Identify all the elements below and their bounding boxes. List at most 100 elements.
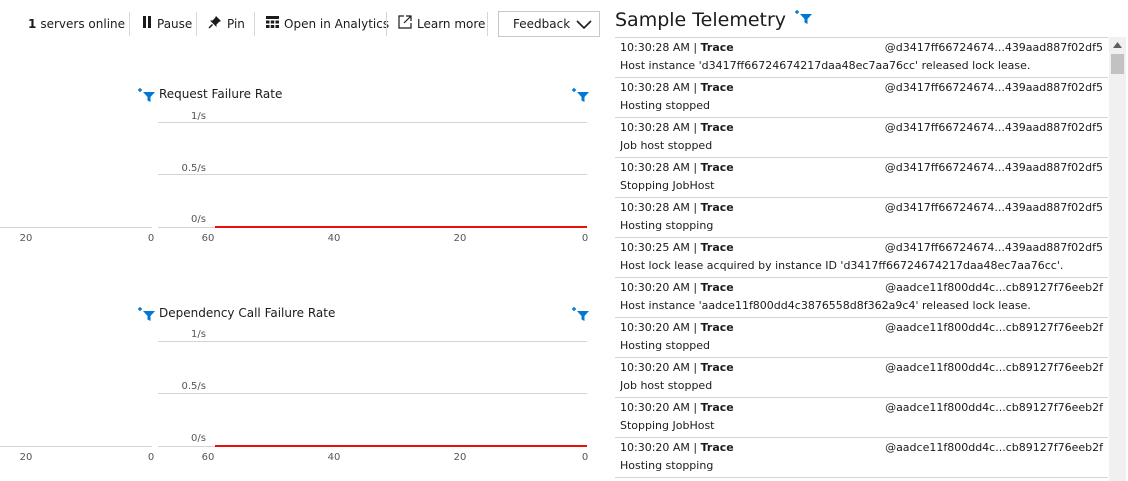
telemetry-host: @aadce11f800dd4c...cb89127f76eeb2f	[885, 281, 1103, 294]
left-chart-gridline	[0, 227, 152, 228]
telemetry-time: 10:30:20 AM	[620, 321, 690, 334]
telemetry-row-header: 10:30:28 AM | Trace	[620, 41, 734, 55]
pause-button[interactable]: Pause	[142, 16, 192, 32]
toolbar-divider	[196, 12, 197, 36]
filter-add-icon[interactable]	[136, 304, 156, 322]
pause-label: Pause	[157, 17, 193, 31]
filter-add-icon[interactable]	[570, 85, 590, 103]
pin-button[interactable]: Pin	[208, 16, 245, 32]
separator: |	[689, 121, 701, 134]
sample-telemetry-title: Sample Telemetry	[615, 8, 813, 32]
toolbar: 1 servers online Pause Pin Open in Analy…	[0, 0, 606, 48]
external-link-icon	[398, 15, 412, 33]
gridline	[158, 122, 587, 123]
telemetry-scrollbar[interactable]	[1109, 37, 1126, 481]
gridline	[158, 341, 587, 342]
telemetry-host: @d3417ff66724674...439aad887f02df5	[884, 241, 1103, 254]
telemetry-time: 10:30:28 AM	[620, 201, 690, 214]
telemetry-row-header: 10:30:25 AM | Trace	[620, 241, 734, 255]
telemetry-row[interactable]: 10:30:28 AM | Trace @d3417ff66724674...43…	[615, 78, 1108, 118]
y-tick-label: 0/s	[191, 214, 206, 225]
x-tick-label: 0	[581, 233, 589, 244]
pin-icon	[208, 15, 222, 33]
telemetry-host: @d3417ff66724674...439aad887f02df5	[884, 81, 1103, 94]
telemetry-host: @d3417ff66724674...439aad887f02df5	[884, 121, 1103, 134]
servers-online-status: 1 servers online	[28, 16, 125, 32]
gridline	[158, 174, 587, 175]
telemetry-row[interactable]: 10:30:28 AM | Trace @d3417ff66724674...43…	[615, 158, 1108, 198]
telemetry-kind: Trace	[700, 41, 734, 54]
telemetry-list[interactable]: 10:30:28 AM | Trace @d3417ff66724674...43…	[615, 37, 1108, 481]
telemetry-row[interactable]: 10:30:20 AM | Trace @aadce11f800dd4c...cb…	[615, 318, 1108, 358]
feedback-dropdown[interactable]: Feedback	[498, 11, 600, 37]
y-tick-label: 1/s	[191, 329, 206, 340]
telemetry-message: Job host stopped	[620, 379, 713, 392]
servers-count: 1	[28, 17, 37, 31]
scroll-up-arrow-icon[interactable]	[1109, 37, 1126, 53]
telemetry-kind: Trace	[700, 201, 734, 214]
analytics-label: Open in Analytics	[284, 17, 390, 31]
x-tick-label: 40	[327, 233, 341, 244]
x-tick-label: 0	[147, 233, 155, 244]
separator: |	[689, 361, 701, 374]
telemetry-time: 10:30:28 AM	[620, 81, 690, 94]
telemetry-kind: Trace	[700, 401, 734, 414]
separator: |	[689, 401, 701, 414]
x-tick-label: 20	[19, 452, 33, 463]
telemetry-host: @aadce11f800dd4c...cb89127f76eeb2f	[885, 321, 1103, 334]
telemetry-message: Hosting stopped	[620, 339, 711, 352]
telemetry-host: @d3417ff66724674...439aad887f02df5	[884, 41, 1103, 54]
telemetry-row[interactable]: 10:30:28 AM | Trace @d3417ff66724674...43…	[615, 198, 1108, 238]
telemetry-row[interactable]: 10:30:20 AM | Trace @aadce11f800dd4c...cb…	[615, 438, 1108, 478]
y-tick-label: 0.5/s	[181, 381, 206, 392]
telemetry-time: 10:30:20 AM	[620, 361, 690, 374]
telemetry-kind: Trace	[700, 161, 734, 174]
filter-add-icon[interactable]	[136, 85, 156, 103]
toolbar-divider	[487, 12, 488, 36]
telemetry-row-header: 10:30:28 AM | Trace	[620, 81, 734, 95]
filter-add-icon[interactable]	[570, 304, 590, 322]
x-tick-label: 60	[201, 452, 215, 463]
telemetry-row[interactable]: 10:30:28 AM | Trace @d3417ff66724674...43…	[615, 118, 1108, 158]
telemetry-row-header: 10:30:20 AM | Trace	[620, 281, 734, 295]
telemetry-row[interactable]: 10:30:20 AM | Trace @aadce11f800dd4c...cb…	[615, 358, 1108, 398]
pause-icon	[142, 16, 152, 32]
telemetry-row-header: 10:30:20 AM | Trace	[620, 361, 734, 375]
telemetry-kind: Trace	[700, 81, 734, 94]
grid-icon	[266, 16, 279, 32]
telemetry-kind: Trace	[700, 241, 734, 254]
telemetry-row[interactable]: 10:30:20 AM | Trace @aadce11f800dd4c...cb…	[615, 278, 1108, 318]
scrollbar-thumb[interactable]	[1111, 54, 1124, 74]
y-tick-label: 0/s	[191, 433, 206, 444]
telemetry-kind: Trace	[700, 281, 734, 294]
telemetry-kind: Trace	[700, 321, 734, 334]
x-tick-label: 60	[201, 233, 215, 244]
open-in-analytics-button[interactable]: Open in Analytics	[266, 16, 389, 32]
chart-title: Dependency Call Failure Rate	[159, 306, 336, 320]
telemetry-row-header: 10:30:28 AM | Trace	[620, 121, 734, 135]
telemetry-row[interactable]: 10:30:25 AM | Trace @d3417ff66724674...43…	[615, 238, 1108, 278]
telemetry-message: Job host stopped	[620, 139, 713, 152]
x-tick-label: 20	[453, 233, 467, 244]
filter-add-icon[interactable]	[793, 8, 813, 32]
series-line	[215, 445, 587, 447]
telemetry-message: Hosting stopping	[620, 219, 714, 232]
x-tick-label: 0	[147, 452, 155, 463]
telemetry-kind: Trace	[700, 361, 734, 374]
servers-label: servers online	[40, 17, 126, 31]
telemetry-time: 10:30:28 AM	[620, 41, 690, 54]
telemetry-kind: Trace	[700, 441, 734, 454]
separator: |	[689, 41, 701, 54]
telemetry-row[interactable]: 10:30:20 AM | Trace @aadce11f800dd4c...cb…	[615, 398, 1108, 438]
telemetry-time: 10:30:28 AM	[620, 121, 690, 134]
separator: |	[689, 441, 701, 454]
separator: |	[689, 241, 701, 254]
telemetry-row-header: 10:30:20 AM | Trace	[620, 401, 734, 415]
telemetry-row[interactable]: 10:30:28 AM | Trace @d3417ff66724674...43…	[615, 38, 1108, 78]
telemetry-row-header: 10:30:28 AM | Trace	[620, 161, 734, 175]
telemetry-row-header: 10:30:20 AM | Trace	[620, 441, 734, 455]
left-chart-gridline	[0, 446, 152, 447]
learn-more-link[interactable]: Learn more	[398, 15, 485, 33]
x-tick-label: 20	[453, 452, 467, 463]
telemetry-message: Host lock lease acquired by instance ID …	[620, 259, 1064, 272]
